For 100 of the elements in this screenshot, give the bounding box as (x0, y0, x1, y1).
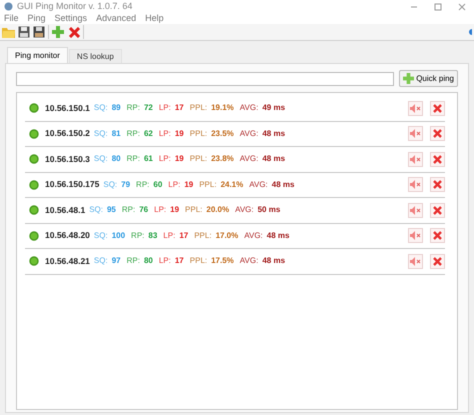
menu-item[interactable]: Ping (28, 13, 46, 24)
stat-label: LP: (163, 230, 176, 242)
stat-value: 48 ms (262, 255, 286, 268)
menu-item[interactable]: Advanced (96, 13, 136, 24)
quick-ping-button[interactable]: Quick ping (399, 70, 458, 87)
save-icon[interactable] (18, 26, 30, 38)
mute-button[interactable] (408, 100, 423, 116)
stat-value: 19 (174, 128, 184, 140)
stat-value: 50 ms (258, 204, 280, 216)
save-as-icon[interactable] (33, 26, 45, 38)
stat-value: 49 ms (262, 102, 286, 114)
stat-label: RP: (122, 204, 136, 216)
speaker-muted-icon (410, 180, 421, 190)
close-icon (433, 206, 442, 215)
speaker-muted-icon (410, 206, 421, 215)
mute-button[interactable] (408, 254, 423, 269)
stat-label: SQ: (89, 204, 103, 216)
mute-button[interactable] (408, 202, 423, 218)
stat-value: 19 (184, 178, 194, 191)
stat-label: LP: (158, 128, 171, 140)
speaker-muted-icon (410, 104, 421, 113)
remove-button[interactable] (430, 228, 445, 244)
stat-label: AVG: (240, 128, 258, 140)
remove-button[interactable] (430, 254, 445, 269)
stat-value: 20.0% (206, 204, 230, 216)
window-title: GUI Ping Monitor v. 1.0.7. 64 (17, 1, 132, 12)
app-icon (4, 2, 13, 11)
add-icon[interactable] (52, 26, 64, 38)
stat-label: SQ: (94, 153, 108, 166)
remove-button[interactable] (430, 126, 445, 142)
stat-label: RP: (136, 178, 150, 191)
close-icon (433, 256, 442, 266)
stat-label: LP: (158, 102, 171, 114)
stat-label: AVG: (244, 230, 263, 242)
mute-button[interactable] (408, 177, 423, 192)
stat-label: PPL: (190, 153, 208, 166)
stat-value: 23.8% (211, 153, 234, 166)
stat-value: 48 ms (272, 178, 294, 191)
menu-item[interactable]: File (4, 13, 19, 24)
stat-value: 48 ms (262, 128, 286, 140)
stat-label: RP: (126, 102, 140, 114)
stat-label: SQ: (94, 102, 108, 114)
tab[interactable]: NS lookup (68, 49, 122, 63)
stat-value: 62 (144, 128, 153, 140)
stat-value: 19.1% (211, 102, 234, 114)
remove-button[interactable] (430, 152, 445, 167)
stat-label: SQ: (94, 230, 108, 242)
menu-item[interactable]: Settings (54, 13, 88, 24)
stat-value: 17.0% (216, 230, 238, 242)
stat-value: 100 (112, 230, 126, 242)
host-address: 10.56.150.3 (45, 152, 90, 166)
stat-label: SQ: (103, 178, 118, 191)
stat-label: AVG: (240, 153, 258, 166)
host-input[interactable] (16, 72, 394, 86)
stat-label: SQ: (94, 255, 108, 268)
stat-label: RP: (126, 153, 140, 166)
close-icon (433, 180, 442, 190)
add-icon (403, 73, 414, 84)
stat-value: 80 (144, 255, 153, 268)
host-address: 10.56.150.175 (45, 178, 100, 192)
remove-button[interactable] (430, 202, 445, 218)
host-address: 10.56.150.1 (45, 102, 90, 115)
stat-value: 97 (112, 255, 121, 268)
stat-value: 17.5% (211, 255, 234, 268)
close-icon (433, 154, 442, 164)
stat-value: 19 (174, 153, 184, 166)
stat-value: 23.5% (211, 128, 234, 140)
menu-item[interactable]: Help (145, 13, 164, 24)
mute-button[interactable] (408, 152, 423, 167)
stat-value: 17 (174, 102, 184, 114)
host-address: 10.56.48.21 (45, 254, 90, 268)
stat-label: RP: (126, 128, 140, 140)
stat-label: PPL: (199, 178, 217, 191)
stat-label: PPL: (190, 102, 208, 114)
remove-button[interactable] (430, 177, 445, 192)
stat-value: 76 (139, 204, 148, 216)
stat-label: PPL: (190, 255, 208, 268)
stat-value: 48 ms (266, 230, 290, 242)
close-icon (433, 104, 442, 113)
stat-label: PPL: (194, 230, 212, 242)
stat-label: PPL: (190, 128, 208, 140)
stat-label: AVG: (240, 102, 258, 114)
stat-value: 17 (174, 255, 184, 268)
speaker-muted-icon (410, 256, 421, 266)
tab[interactable]: Ping monitor (7, 47, 68, 63)
mute-button[interactable] (408, 126, 423, 142)
mute-button[interactable] (408, 228, 423, 244)
speaker-muted-icon (410, 231, 421, 240)
maximize-icon[interactable] (434, 2, 442, 10)
delete-icon[interactable] (69, 26, 80, 38)
stat-value: 95 (106, 204, 116, 216)
stat-label: LP: (158, 153, 171, 166)
stat-value: 17 (179, 230, 188, 242)
stat-label: AVG: (240, 255, 258, 268)
remove-button[interactable] (430, 100, 445, 116)
stat-value: 72 (144, 102, 153, 114)
stat-label: RP: (126, 255, 140, 268)
close-icon[interactable] (458, 2, 466, 10)
stat-value: 24.1% (220, 178, 244, 191)
stat-value: 83 (148, 230, 158, 242)
